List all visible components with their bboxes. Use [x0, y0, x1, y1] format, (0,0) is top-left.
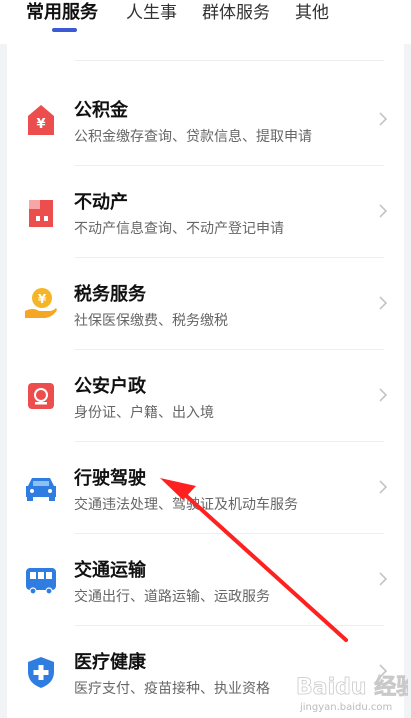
chevron-right-icon	[379, 296, 388, 310]
medical-shield-icon	[28, 657, 54, 688]
service-item-tax[interactable]: ¥ 税务服务 社保医保缴费、税务缴税	[7, 258, 404, 350]
svg-text:¥: ¥	[38, 292, 47, 306]
watermark-brand: Baidu 经验	[296, 674, 408, 700]
chevron-right-icon	[379, 572, 388, 586]
tab-life-events[interactable]: 人生事	[126, 0, 177, 28]
service-subtitle: 交通出行、道路运输、运政服务	[74, 589, 270, 605]
chevron-right-icon	[379, 480, 388, 494]
service-subtitle: 身份证、户籍、出入境	[74, 405, 214, 421]
service-title: 行驶驾驶	[74, 468, 146, 489]
service-title: 医疗健康	[74, 652, 146, 673]
chevron-right-icon	[379, 112, 388, 126]
service-item-police-household[interactable]: 公安户政 身份证、户籍、出入境	[7, 350, 404, 442]
service-subtitle: 社保医保缴费、税务缴税	[74, 313, 228, 329]
building-icon	[29, 200, 53, 227]
divider	[75, 60, 384, 61]
service-title: 交通运输	[74, 560, 146, 581]
police-badge-icon	[28, 383, 54, 409]
car-icon	[26, 478, 56, 501]
tax-hand-icon: ¥	[25, 288, 57, 318]
service-item-driving[interactable]: 行驶驾驶 交通违法处理、驾驶证及机动车服务	[7, 442, 404, 534]
tab-other[interactable]: 其他	[295, 0, 329, 28]
watermark-url: jingyan.baidu.com	[300, 702, 393, 713]
service-title: 公积金	[74, 100, 128, 121]
service-title: 税务服务	[74, 284, 146, 305]
housing-fund-icon: ¥	[28, 105, 54, 135]
service-item-transportation[interactable]: 交通运输 交通出行、道路运输、运政服务	[7, 534, 404, 626]
active-tab-indicator	[52, 28, 77, 32]
service-subtitle: 不动产信息查询、不动产登记申请	[74, 221, 284, 237]
service-category-tabs: 常用服务 人生事 群体服务 其他	[0, 0, 411, 44]
tab-common-services[interactable]: 常用服务	[26, 0, 98, 28]
service-list: ¥ 公积金 公积金缴存查询、贷款信息、提取申请 不动产 不动产信息查询、不动产登…	[7, 44, 404, 718]
chevron-right-icon	[379, 204, 388, 218]
service-item-housing-fund[interactable]: ¥ 公积金 公积金缴存查询、贷款信息、提取申请	[7, 74, 404, 166]
bus-icon	[26, 568, 56, 595]
tab-group-services[interactable]: 群体服务	[202, 0, 270, 28]
svg-text:¥: ¥	[36, 117, 45, 132]
service-subtitle: 医疗支付、疫苗接种、执业资格	[74, 681, 270, 697]
service-item-real-estate[interactable]: 不动产 不动产信息查询、不动产登记申请	[7, 166, 404, 258]
service-title: 不动产	[74, 192, 128, 213]
service-subtitle: 公积金缴存查询、贷款信息、提取申请	[74, 129, 312, 145]
chevron-right-icon	[379, 388, 388, 402]
service-subtitle: 交通违法处理、驾驶证及机动车服务	[74, 497, 298, 513]
service-title: 公安户政	[74, 376, 146, 397]
